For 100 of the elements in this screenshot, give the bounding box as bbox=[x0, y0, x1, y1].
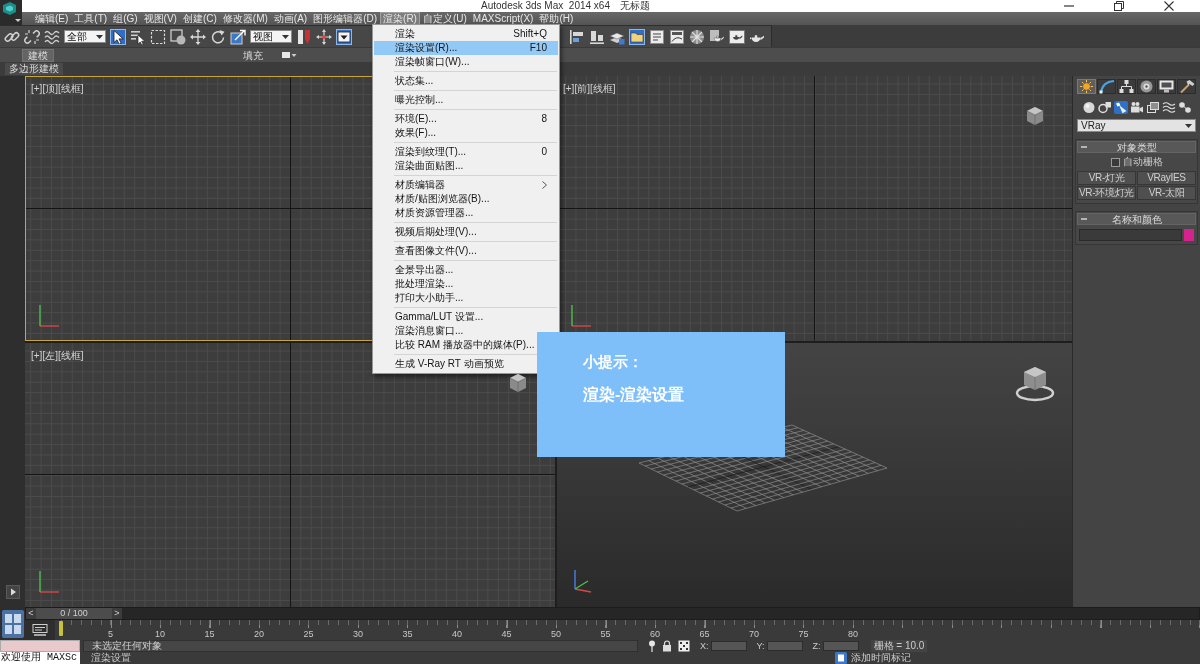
pin-icon[interactable] bbox=[648, 640, 656, 652]
menu-item[interactable]: 创建(C) bbox=[179, 12, 220, 25]
shapes-icon[interactable] bbox=[1097, 101, 1112, 114]
menu-item[interactable]: 渲染设置(R)... F10 bbox=[374, 41, 558, 55]
menu-item[interactable]: 渲染曲面贴图... bbox=[374, 159, 558, 173]
menu-item[interactable]: 材质资源管理器... bbox=[374, 206, 558, 220]
dropdown[interactable]: 视图 bbox=[250, 30, 292, 43]
nodes-icon[interactable] bbox=[1177, 101, 1192, 114]
ribbon-tab[interactable]: 建模 bbox=[22, 48, 54, 62]
menu-item[interactable]: 环境(E)... 8 bbox=[374, 112, 558, 126]
hammer-icon[interactable] bbox=[1177, 79, 1196, 94]
view-cube-icon[interactable] bbox=[1025, 106, 1045, 126]
panel-toggle-icon[interactable] bbox=[281, 50, 297, 60]
menu-item[interactable]: 动画(A) bbox=[270, 12, 311, 25]
rollout-header[interactable]: 名称和颜色 bbox=[1077, 213, 1196, 225]
rotate-icon[interactable] bbox=[210, 28, 226, 45]
menu-item[interactable]: MAXScript(X) bbox=[469, 12, 537, 25]
list-cursor-icon[interactable] bbox=[130, 28, 146, 45]
camera-icon[interactable] bbox=[1129, 101, 1144, 114]
menu-item[interactable]: 渲染 Shift+Q bbox=[374, 27, 558, 41]
viewport-label[interactable]: [+][前][线框] bbox=[563, 82, 616, 95]
page-tile-icon[interactable] bbox=[835, 652, 847, 664]
menu-item[interactable]: 图形编辑器(D) bbox=[310, 12, 381, 25]
coordinate-field[interactable] bbox=[710, 641, 747, 651]
align-icon[interactable] bbox=[569, 28, 585, 45]
coordinate-field[interactable] bbox=[766, 641, 803, 651]
scale-box-icon[interactable] bbox=[230, 28, 246, 45]
document-icon[interactable] bbox=[649, 28, 665, 45]
menu-item[interactable]: 视频后期处理(V)... bbox=[374, 225, 558, 239]
broken-chain-icon[interactable] bbox=[24, 28, 40, 45]
view-cube-icon[interactable] bbox=[508, 372, 528, 393]
wheel-icon[interactable] bbox=[1137, 79, 1156, 94]
menu-item[interactable]: 全景导出器... bbox=[374, 263, 558, 277]
bars-icon[interactable] bbox=[589, 28, 605, 45]
menu-item[interactable]: 编辑(E) bbox=[32, 12, 72, 25]
ribbon-panel-title[interactable]: 多边形建模 bbox=[5, 63, 63, 75]
waves-icon[interactable] bbox=[44, 28, 60, 45]
hierarchy-icon[interactable] bbox=[1117, 79, 1136, 94]
previous-frame-button[interactable]: < bbox=[26, 608, 36, 619]
boxes-icon[interactable] bbox=[1145, 101, 1160, 114]
move-arrows-icon[interactable] bbox=[190, 28, 206, 45]
menu-item[interactable]: 材质编辑器 bbox=[374, 178, 558, 192]
menu-item[interactable]: 效果(F)... bbox=[374, 126, 558, 140]
time-slider-thumb[interactable]: 0 / 100 bbox=[36, 608, 112, 619]
name-field[interactable] bbox=[1079, 229, 1182, 241]
triangle-box-icon[interactable] bbox=[336, 28, 352, 45]
folder-icon[interactable] bbox=[629, 28, 645, 45]
coordinate-field[interactable] bbox=[822, 641, 859, 651]
menu-item[interactable]: 状态集... bbox=[374, 74, 558, 88]
light-type-button[interactable]: VR-太阳 bbox=[1137, 186, 1196, 200]
viewport-label[interactable]: [+][顶][线框] bbox=[31, 82, 84, 95]
menu-item[interactable]: 批处理渲染... bbox=[374, 277, 558, 291]
light-type-button[interactable]: VR-环境灯光 bbox=[1077, 186, 1136, 200]
light-type-button[interactable]: VR-灯光 bbox=[1077, 171, 1136, 185]
dashed-square-icon[interactable] bbox=[150, 28, 166, 45]
checkbox[interactable] bbox=[1110, 157, 1120, 167]
monitor-icon[interactable] bbox=[1157, 79, 1176, 94]
spotlight-icon[interactable] bbox=[1113, 101, 1128, 114]
cursor-arrow-icon[interactable] bbox=[110, 28, 126, 45]
viewport-label[interactable]: [+][左][线框] bbox=[31, 348, 84, 362]
menu-item[interactable]: 查看图像文件(V)... bbox=[374, 244, 558, 258]
menu-item[interactable]: Gamma/LUT 设置... bbox=[374, 310, 558, 324]
waves-icon[interactable] bbox=[1161, 101, 1176, 114]
lock-icon[interactable] bbox=[662, 640, 672, 652]
dropdown[interactable]: 全部 bbox=[64, 30, 106, 43]
light-type-button[interactable]: VRayIES bbox=[1137, 171, 1196, 185]
menu-item[interactable]: 材质/贴图浏览器(B)... bbox=[374, 192, 558, 206]
screen-icon[interactable] bbox=[32, 624, 48, 636]
menu-item[interactable]: 渲染消息窗口... bbox=[374, 324, 558, 338]
renderer-dropdown[interactable]: VRay bbox=[1077, 119, 1196, 132]
dice-icon[interactable] bbox=[678, 640, 690, 652]
pivot-icon[interactable] bbox=[296, 28, 312, 45]
teapot-frame-icon[interactable] bbox=[729, 28, 745, 45]
menu-item[interactable]: 渲染帧窗口(W)... bbox=[374, 55, 558, 69]
rollout-header[interactable]: 对象类型 bbox=[1077, 141, 1196, 153]
crosshair-arrows-icon[interactable] bbox=[316, 28, 332, 45]
menu-item[interactable]: 曝光控制... bbox=[374, 93, 558, 107]
menu-item[interactable]: 组(G) bbox=[110, 12, 141, 25]
viewport[interactable]: [+][前][线框] bbox=[557, 76, 1072, 341]
script-input-field[interactable] bbox=[0, 640, 80, 652]
menu-item[interactable]: 工具(T) bbox=[71, 12, 111, 25]
time-tag-button[interactable]: 添加时间标记 bbox=[851, 652, 911, 664]
sun-icon[interactable] bbox=[1077, 79, 1096, 94]
timeline-ruler[interactable]: 5 10 15 20 25 30 35 40 45 50 55 60 65 70 75 80 bbox=[55, 620, 1200, 640]
menu-item[interactable]: 打印大小助手... bbox=[374, 291, 558, 305]
ribbon-tab[interactable]: 填充 bbox=[237, 48, 269, 62]
menu-item[interactable]: 修改器(M) bbox=[219, 12, 271, 25]
menu-item[interactable]: 视图(V) bbox=[140, 12, 180, 25]
restore-icon[interactable] bbox=[1114, 1, 1124, 11]
next-frame-button[interactable]: > bbox=[112, 608, 122, 619]
striped-sphere-icon[interactable] bbox=[689, 28, 705, 45]
color-swatch-icon[interactable] bbox=[1184, 229, 1194, 241]
menu-item[interactable]: 自定义(U) bbox=[419, 12, 470, 25]
teapot-document-icon[interactable] bbox=[709, 28, 725, 45]
layout-grid-icon[interactable] bbox=[1, 609, 24, 638]
close-icon[interactable] bbox=[1164, 1, 1174, 11]
menu-item[interactable]: 帮助(H) bbox=[536, 12, 577, 25]
app-logo-icon[interactable] bbox=[0, 0, 22, 25]
sphere-icon[interactable] bbox=[1081, 101, 1096, 114]
curve-icon[interactable] bbox=[1097, 79, 1116, 94]
